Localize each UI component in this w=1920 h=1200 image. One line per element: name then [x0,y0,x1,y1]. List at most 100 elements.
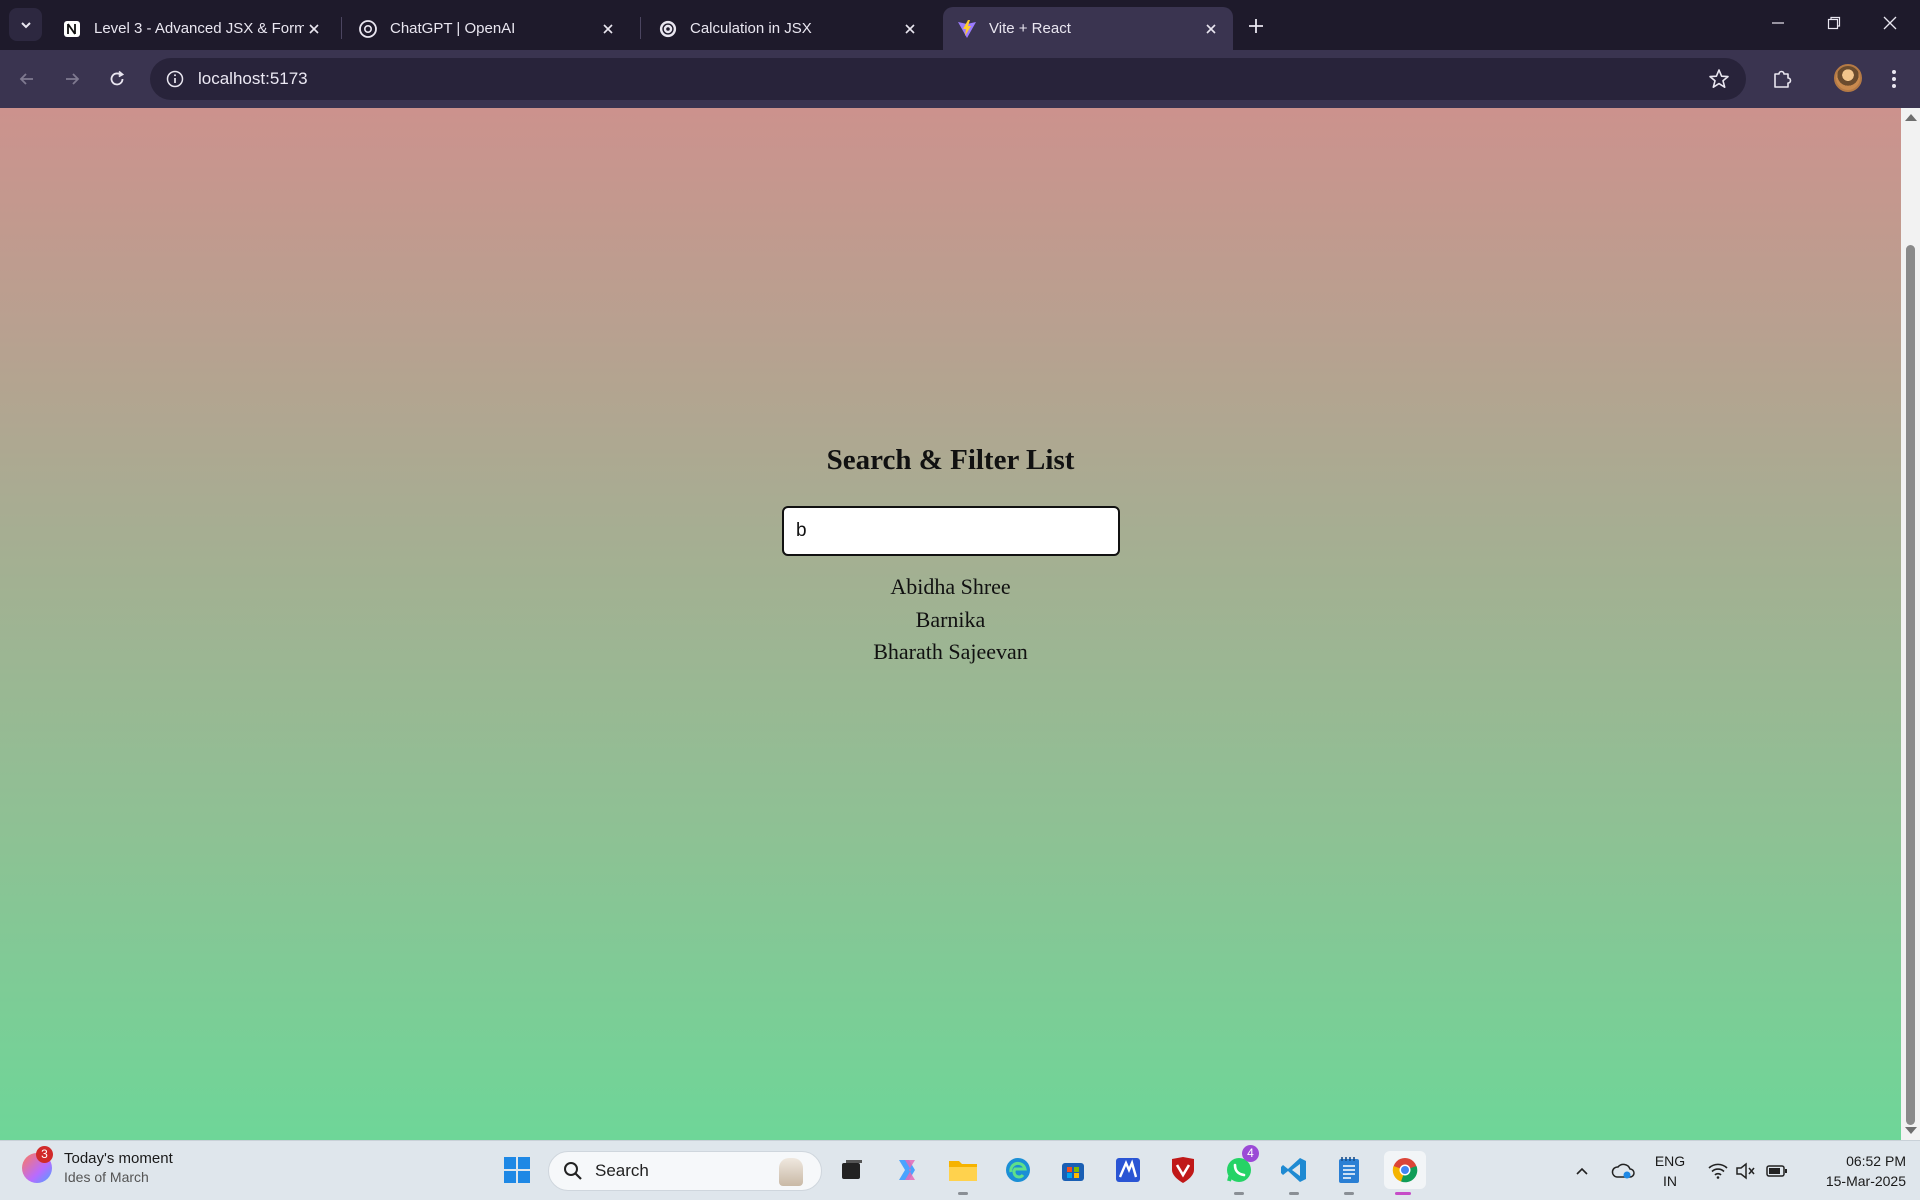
tab-title: Calculation in JSX [690,20,812,37]
reload-icon [110,70,125,86]
notepad-button[interactable] [1330,1151,1368,1195]
minimize-icon [1772,22,1784,24]
task-view-icon [842,1160,862,1179]
close-icon [1883,16,1897,30]
scroll-down-arrow-icon[interactable] [1905,1127,1917,1134]
search-icon [564,1162,582,1180]
store-icon [1062,1163,1084,1181]
battery-icon [1766,1165,1787,1177]
scrollbar-thumb[interactable] [1906,245,1915,1125]
restore-button[interactable] [1806,0,1862,46]
bookmark-star-icon[interactable] [1708,68,1730,90]
taskbar-search-label: Search [595,1161,649,1180]
address-bar[interactable]: localhost:5173 [150,58,1746,100]
chrome-icon [1392,1158,1418,1183]
tab-level3[interactable]: Level 3 - Advanced JSX & Form [48,7,336,50]
language-code: ENG [1654,1153,1686,1169]
scroll-up-arrow-icon[interactable] [1905,114,1917,121]
volume-button[interactable] [1732,1141,1760,1200]
tab-title: ChatGPT | OpenAI [390,20,516,37]
battery-button[interactable] [1762,1141,1792,1200]
plus-icon [1249,19,1263,33]
minimize-button[interactable] [1750,0,1806,46]
vscode-button[interactable] [1275,1151,1313,1195]
site-info-icon[interactable] [154,58,196,100]
chrome-button[interactable] [1384,1151,1426,1195]
extensions-button[interactable] [1766,63,1798,95]
file-explorer-icon [949,1161,977,1181]
page-title: Search & Filter List [826,444,1075,476]
close-window-button[interactable] [1862,0,1918,46]
region-code: IN [1663,1173,1677,1189]
menu-button[interactable] [1878,63,1910,95]
mcafee-icon [1116,1158,1140,1182]
tab-search-button[interactable] [9,8,42,41]
chevron-up-icon [1576,1167,1588,1175]
browser-toolbar: localhost:5173 [0,50,1920,108]
clock[interactable]: 06:52 PM 15-Mar-2025 [1796,1151,1906,1191]
file-explorer-button[interactable] [944,1151,982,1195]
list-item: Barnika [915,606,986,632]
store-button[interactable] [1054,1151,1092,1189]
copilot-icon [899,1160,915,1180]
widget-subtitle: Ides of March [64,1169,149,1185]
clock-time: 06:52 PM [1846,1153,1906,1169]
volume-muted-icon [1736,1162,1755,1180]
running-indicator [1395,1192,1411,1195]
forward-button[interactable] [56,63,88,95]
profile-avatar[interactable] [1834,64,1862,92]
close-icon[interactable] [900,19,920,39]
mcafee-shield-button[interactable] [1164,1151,1202,1189]
copilot-button[interactable] [888,1151,926,1189]
openai-icon [658,19,678,39]
search-highlight-icon [779,1158,803,1186]
new-tab-button[interactable] [1242,12,1270,40]
edge-button[interactable] [999,1151,1037,1189]
tab-title: Vite + React [989,20,1071,37]
notepad-icon [1339,1157,1359,1183]
close-icon[interactable] [598,19,618,39]
tab-vite-react[interactable]: Vite + React [943,7,1233,50]
search-input[interactable] [782,506,1120,556]
url-text: localhost:5173 [198,69,308,88]
windows-start-icon [504,1157,530,1183]
tab-chatgpt[interactable]: ChatGPT | OpenAI [344,7,630,50]
running-indicator [958,1192,968,1195]
list-item: Abidha Shree [890,574,1011,599]
openai-icon [358,19,378,39]
taskbar: 3 Today's moment Ides of March Search 4 [0,1140,1920,1200]
close-icon[interactable] [1201,19,1221,39]
vscode-icon [1281,1158,1306,1182]
tab-title: Level 3 - Advanced JSX & Form [94,20,304,37]
widgets-button[interactable]: 3 Today's moment Ides of March [22,1146,173,1187]
close-icon[interactable] [304,19,324,39]
vite-icon [957,19,977,39]
taskbar-search[interactable]: Search [548,1151,822,1191]
arrow-left-icon [19,73,33,85]
results-list: Abidha Shree Barnika Bharath Sajeevan [0,571,1901,669]
restore-icon [1827,16,1841,30]
language-indicator[interactable]: ENG IN [1640,1151,1700,1191]
chevron-down-icon [20,21,31,28]
page-viewport: Search & Filter List Abidha Shree Barnik… [0,108,1901,1140]
tab-calculation[interactable]: Calculation in JSX [644,7,932,50]
arrow-right-icon [66,73,80,85]
reload-button[interactable] [101,63,133,95]
mcafee-button[interactable] [1109,1151,1147,1189]
onedrive-button[interactable] [1606,1141,1640,1200]
wifi-button[interactable] [1704,1141,1732,1200]
clock-date: 15-Mar-2025 [1825,1173,1906,1189]
running-indicator [1289,1192,1299,1195]
cloud-sync-icon [1611,1163,1635,1179]
wifi-icon [1708,1163,1728,1179]
whatsapp-button[interactable]: 4 [1220,1145,1259,1195]
widget-title: Today's moment [64,1150,173,1167]
back-button[interactable] [11,63,43,95]
windows-start-button[interactable] [498,1151,536,1189]
vertical-scrollbar[interactable] [1901,108,1920,1140]
task-view-button[interactable] [833,1151,871,1189]
widget-weather-icon: 3 [22,1146,53,1183]
edge-icon [1006,1158,1030,1182]
whatsapp-badge: 4 [1242,1145,1259,1162]
show-hidden-icons-button[interactable] [1568,1141,1596,1200]
